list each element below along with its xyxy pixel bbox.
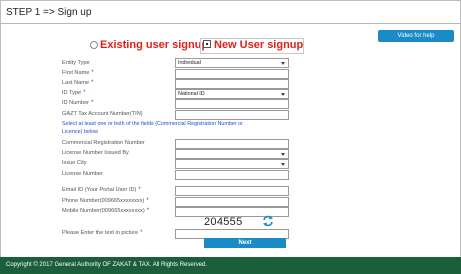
next-button[interactable]: Next bbox=[204, 238, 286, 248]
tin-input[interactable] bbox=[175, 110, 289, 120]
required-mark: * bbox=[138, 187, 141, 193]
registration-note: Select at least one or both of the field… bbox=[62, 121, 243, 135]
video-help-button[interactable]: Video for help bbox=[378, 30, 454, 42]
license-issued-by-label: License Number Issued By bbox=[62, 150, 129, 156]
email-label: Email ID (Your Portal User ID) * bbox=[62, 187, 141, 193]
required-mark: * bbox=[83, 90, 86, 96]
footer-copyright: Copyright © 2017 General Authority OF ZA… bbox=[0, 257, 461, 274]
commercial-registration-label: Commercial Registration Number bbox=[62, 140, 145, 146]
captcha-image-text: 204555 bbox=[204, 216, 243, 228]
email-input[interactable] bbox=[175, 186, 289, 196]
issue-city-select[interactable] bbox=[175, 159, 289, 169]
id-number-input[interactable] bbox=[175, 99, 289, 109]
entity-type-label: Entity Type bbox=[62, 60, 90, 66]
required-mark: * bbox=[146, 208, 150, 214]
required-mark: * bbox=[91, 70, 94, 76]
license-number-input[interactable] bbox=[175, 170, 289, 180]
new-user-checkbox[interactable] bbox=[203, 40, 211, 48]
id-type-label: ID Type * bbox=[62, 90, 86, 96]
tin-label: GAZT Tax Account Number(TIN) bbox=[62, 111, 143, 117]
last-name-input[interactable] bbox=[175, 79, 289, 89]
existing-user-label[interactable]: Existing user signup bbox=[100, 39, 208, 53]
commercial-registration-input[interactable] bbox=[175, 139, 289, 149]
required-mark: * bbox=[91, 80, 94, 86]
license-number-label: License Number bbox=[62, 171, 103, 177]
header-divider bbox=[0, 23, 461, 24]
id-type-select[interactable]: National ID bbox=[175, 89, 289, 99]
new-user-label[interactable]: New User signup bbox=[214, 39, 303, 53]
issue-city-label: Issue City bbox=[62, 160, 87, 166]
page-title: STEP 1 => Sign up bbox=[6, 7, 92, 18]
required-mark: * bbox=[140, 230, 143, 236]
phone-label: Phone Number(009665xxxxxxxx) * bbox=[62, 198, 149, 204]
last-name-label: Last Name * bbox=[62, 80, 94, 86]
phone-input[interactable] bbox=[175, 197, 289, 207]
license-issued-by-select[interactable] bbox=[175, 149, 289, 159]
captcha-label: Please Enter the text in picture * bbox=[62, 230, 143, 236]
required-mark: * bbox=[146, 198, 149, 204]
mobile-label: Mobile Number(009665xxxxxxxx) * bbox=[62, 208, 150, 214]
first-name-label: First Name * bbox=[62, 70, 94, 76]
first-name-input[interactable] bbox=[175, 69, 289, 79]
required-mark: * bbox=[91, 100, 94, 106]
existing-user-radio[interactable] bbox=[90, 41, 98, 49]
id-number-label: ID Number * bbox=[62, 100, 94, 106]
refresh-captcha-icon[interactable] bbox=[262, 215, 274, 227]
entity-type-select[interactable]: Individual bbox=[175, 58, 289, 68]
